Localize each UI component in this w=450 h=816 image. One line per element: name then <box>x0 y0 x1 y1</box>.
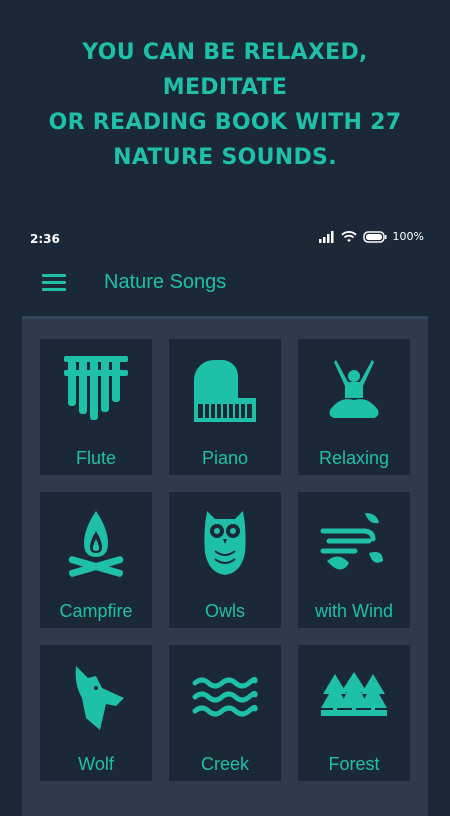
tile-wolf[interactable]: Wolf <box>40 645 152 781</box>
tile-wind[interactable]: with Wind <box>298 492 410 628</box>
battery-icon <box>362 230 387 243</box>
wifi-icon <box>340 230 357 242</box>
signal-icon <box>318 230 334 243</box>
sound-grid: Flute Piano Relaxing Campfire Owls with … <box>22 316 428 816</box>
tile-label: Forest <box>328 754 380 774</box>
tile-relaxing[interactable]: Relaxing <box>298 339 410 475</box>
wolf-icon <box>75 666 124 730</box>
meditation-icon <box>329 360 379 418</box>
water-waves-icon <box>192 676 258 717</box>
promo-text: You can be relaxed, meditate or reading … <box>20 35 430 175</box>
promo-banner: You can be relaxed, meditate or reading … <box>0 0 450 220</box>
status-icons: 100% <box>318 230 424 243</box>
status-time: 2:36 <box>30 232 60 246</box>
piano-icon <box>194 360 256 422</box>
promo-line-2: or reading book with 27 <box>48 110 402 135</box>
tile-flute[interactable]: Flute <box>40 339 152 475</box>
tile-label: Piano <box>201 448 249 468</box>
tile-piano[interactable]: Piano <box>169 339 281 475</box>
app-title: Nature Songs <box>104 271 227 293</box>
tile-campfire[interactable]: Campfire <box>40 492 152 628</box>
tile-label: Wolf <box>78 754 114 774</box>
tile-label: Relaxing <box>318 448 390 468</box>
campfire-icon <box>68 511 124 577</box>
promo-line-1: You can be relaxed, meditate <box>82 40 368 100</box>
tile-forest[interactable]: Forest <box>298 645 410 781</box>
tile-label: Flute <box>75 448 117 468</box>
tile-owls[interactable]: Owls <box>169 492 281 628</box>
hamburger-menu-icon[interactable] <box>42 274 66 294</box>
status-bar: 2:36 100% <box>0 222 450 256</box>
forest-icon <box>321 672 387 716</box>
tile-label: Creek <box>200 754 249 774</box>
tile-label: with Wind <box>314 601 394 621</box>
promo-line-3: nature sounds. <box>113 145 337 170</box>
owl-icon <box>204 511 246 575</box>
phone-screen: 2:36 100% Nature Songs Flute Piano Relax… <box>0 222 450 816</box>
app-bar: Nature Songs <box>0 256 450 312</box>
battery-percent: 100% <box>392 230 424 243</box>
wind-leaves-icon <box>320 513 383 570</box>
tile-label: Campfire <box>59 601 133 621</box>
tile-creek[interactable]: Creek <box>169 645 281 781</box>
tile-label: Owls <box>205 601 245 621</box>
pan-flute-icon <box>64 356 128 420</box>
